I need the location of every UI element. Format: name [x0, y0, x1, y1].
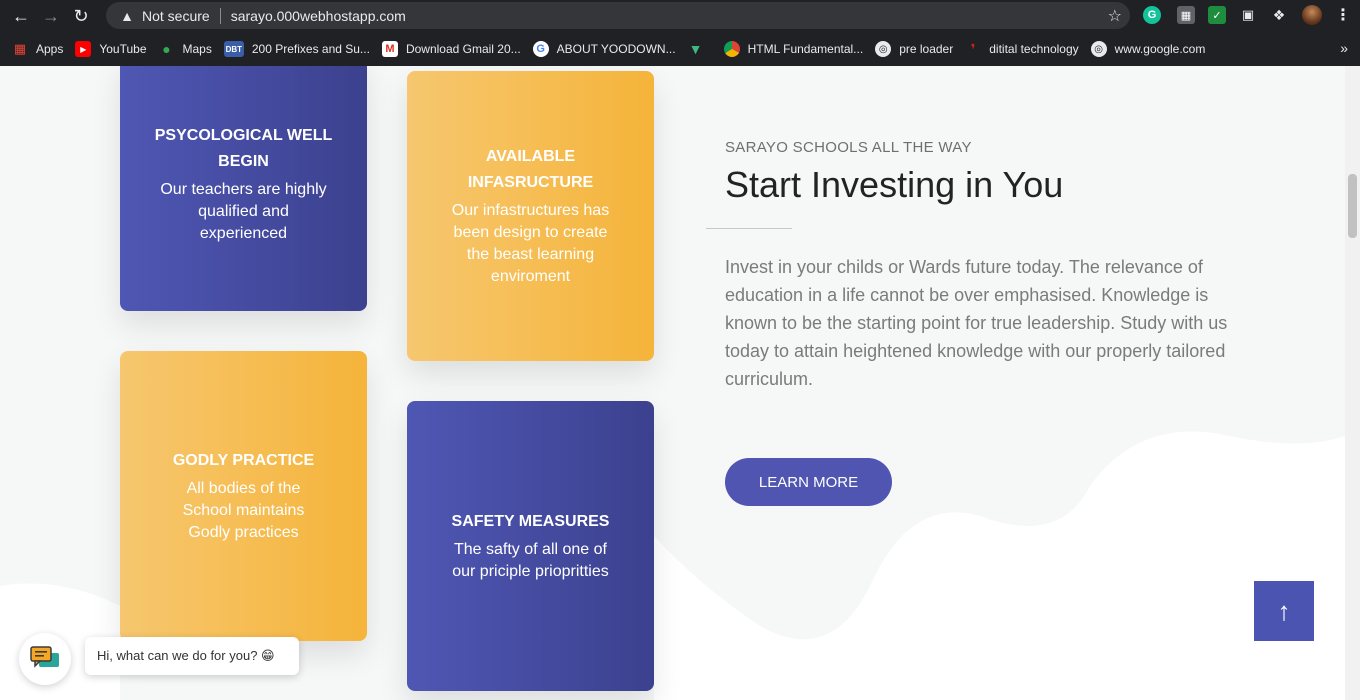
- maps-pin-icon: ●: [162, 41, 171, 57]
- back-arrow-icon[interactable]: ←: [6, 1, 36, 31]
- screen-extension-icon[interactable]: ▦: [1177, 6, 1195, 24]
- card-text: Our infastructures has been design to cr…: [451, 202, 610, 285]
- chat-widget-button[interactable]: [19, 633, 71, 685]
- feature-card-safety: SAFETY MEASURES The safty of all one of …: [407, 401, 654, 691]
- scroll-to-top-button[interactable]: ↑: [1254, 581, 1314, 641]
- bookmark-label: pre loader: [899, 42, 954, 56]
- card-text: The safty of all one of our priciple pri…: [452, 541, 609, 580]
- bookmark-youtube[interactable]: ▶ YouTube: [75, 41, 147, 57]
- bookmark-label: ABOUT YOODOWN...: [556, 42, 676, 56]
- dbt-icon: DBT: [223, 41, 244, 57]
- shield-extension-icon[interactable]: ✓: [1208, 6, 1226, 24]
- omnibox-divider: [219, 7, 221, 24]
- feature-card-godly-practice: GODLY PRACTICE All bodies of the School …: [120, 351, 367, 641]
- url-text[interactable]: sarayo.000webhostapp.com: [231, 8, 406, 24]
- chrome-icon: [723, 41, 740, 57]
- card-text: All bodies of the School maintains Godly…: [182, 480, 305, 541]
- learn-more-button[interactable]: LEARN MORE: [725, 458, 892, 506]
- section-eyebrow: SARAYO SCHOOLS ALL THE WAY: [725, 139, 972, 156]
- scrollbar-thumb[interactable]: [1348, 174, 1357, 238]
- card-text: Our teachers are highly qualified and ex…: [160, 180, 327, 242]
- bookmark-yoodown[interactable]: G ABOUT YOODOWN...: [532, 41, 676, 57]
- bookmarks-overflow-chevron-icon[interactable]: »: [1340, 40, 1348, 56]
- chat-bubbles-icon: [30, 646, 59, 668]
- gmail-icon: M: [381, 41, 398, 57]
- bookmark-html-fundamentals[interactable]: HTML Fundamental...: [723, 41, 864, 57]
- cube-extension-icon[interactable]: ▣: [1239, 6, 1257, 24]
- bookmark-label: 200 Prefixes and Su...: [251, 42, 370, 56]
- page-viewport: PSYCOLOGICAL WELL BEGIN Our teachers are…: [0, 66, 1345, 700]
- bookmarks-bar: ▦ Apps ▶ YouTube ● Maps DBT 200 Prefixes…: [0, 32, 1360, 67]
- arrow-up-icon: ↑: [1277, 595, 1291, 626]
- card-title: AVAILABLE INFASRUCTURE: [467, 148, 594, 191]
- vertical-scrollbar[interactable]: [1345, 66, 1360, 700]
- browser-toolbar: ← → ↻ ▲ Not secure sarayo.000webhostapp.…: [0, 0, 1360, 32]
- security-label[interactable]: Not secure: [142, 8, 210, 24]
- feature-card-psychological: PSYCOLOGICAL WELL BEGIN Our teachers are…: [120, 66, 367, 311]
- bookmark-red-icon: ❜: [970, 40, 976, 57]
- globe-icon: ◎: [875, 41, 892, 57]
- address-bar[interactable]: ▲ Not secure sarayo.000webhostapp.com ☆: [106, 2, 1130, 29]
- bookmark-star-icon[interactable]: ☆: [1108, 6, 1122, 26]
- bookmark-label: HTML Fundamental...: [747, 42, 864, 56]
- bookmark-ditital-technology[interactable]: ❜ ditital technology: [965, 40, 1079, 57]
- bookmark-label: Maps: [182, 42, 212, 56]
- forward-arrow-icon[interactable]: →: [36, 1, 66, 31]
- bookmark-pre-loader[interactable]: ◎ pre loader: [875, 41, 953, 57]
- grammarly-extension-icon[interactable]: G: [1143, 6, 1161, 24]
- profile-avatar[interactable]: [1302, 5, 1322, 25]
- reload-icon[interactable]: ↻: [66, 1, 96, 31]
- google-g-icon: G: [532, 41, 549, 57]
- apps-grid-icon: ▦: [13, 41, 27, 56]
- bookmark-label: Download Gmail 20...: [405, 42, 521, 56]
- extensions-puzzle-icon[interactable]: ❖: [1270, 6, 1288, 24]
- globe-icon: ◎: [1090, 41, 1107, 57]
- youtube-icon: ▶: [75, 41, 92, 57]
- card-title: SAFETY MEASURES: [451, 513, 610, 530]
- section-paragraph: Invest in your childs or Wards future to…: [725, 257, 1228, 389]
- bookmark-label: YouTube: [99, 42, 147, 56]
- bookmark-vue[interactable]: ▼: [688, 41, 712, 57]
- bookmark-maps[interactable]: ● Maps: [159, 41, 212, 57]
- bookmark-label: ditital technology: [989, 42, 1079, 56]
- warning-triangle-icon[interactable]: ▲: [118, 7, 136, 25]
- bookmark-label: www.google.com: [1114, 42, 1206, 56]
- bookmark-gmail[interactable]: M Download Gmail 20...: [381, 41, 521, 57]
- section-heading: Start Investing in You: [725, 164, 1064, 205]
- kebab-menu-icon[interactable]: ⋮: [1334, 6, 1352, 24]
- vue-logo-icon: ▼: [688, 41, 703, 57]
- bookmark-label: Apps: [36, 42, 64, 56]
- chat-greeting-bubble[interactable]: Hi, what can we do for you? 😁: [85, 637, 299, 675]
- feature-card-infrastructure: AVAILABLE INFASRUCTURE Our infastructure…: [407, 71, 654, 361]
- bookmark-prefixes[interactable]: DBT 200 Prefixes and Su...: [223, 41, 370, 57]
- bookmark-apps[interactable]: ▦ Apps: [12, 41, 64, 57]
- card-title: PSYCOLOGICAL WELL BEGIN: [154, 126, 333, 170]
- card-title: GODLY PRACTICE: [172, 452, 315, 469]
- bookmark-google[interactable]: ◎ www.google.com: [1090, 41, 1206, 57]
- heading-divider: [706, 228, 792, 229]
